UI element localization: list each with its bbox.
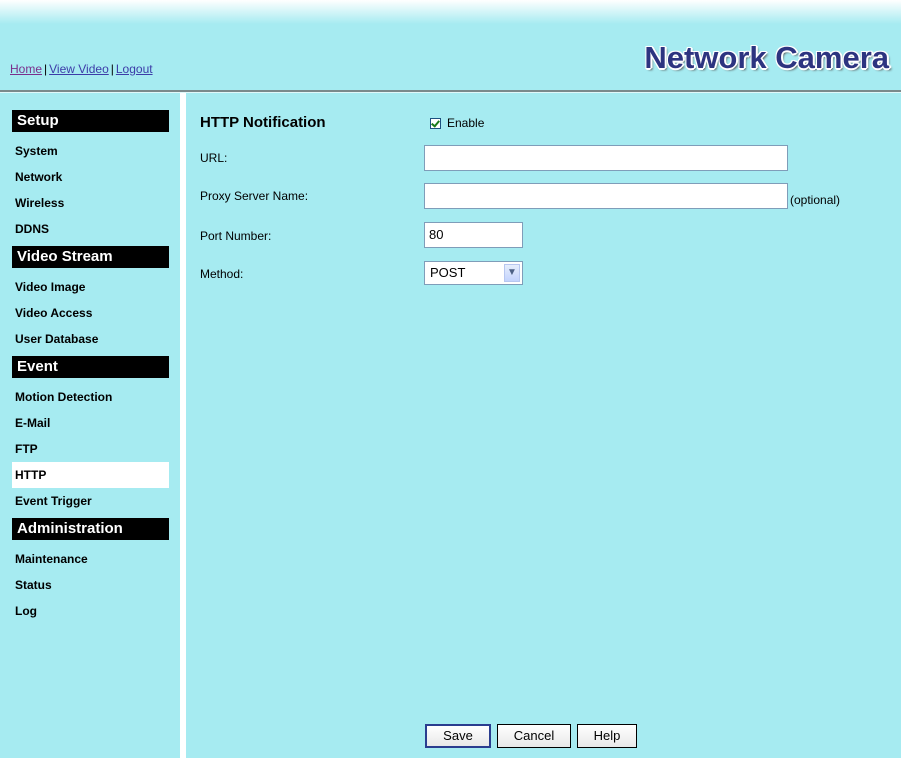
sidebar-item-video-access[interactable]: Video Access bbox=[12, 300, 172, 326]
brand-logo: Network Camera bbox=[644, 40, 889, 75]
sidebar-item-network[interactable]: Network bbox=[12, 164, 172, 190]
sidebar-item-event-trigger[interactable]: Event Trigger bbox=[12, 488, 172, 514]
port-number-input[interactable]: 80 bbox=[424, 222, 523, 248]
save-button[interactable]: Save bbox=[425, 724, 491, 748]
link-separator: | bbox=[110, 62, 114, 76]
sidebar-item-wireless[interactable]: Wireless bbox=[12, 190, 172, 216]
sidebar-section-event: Event bbox=[12, 356, 169, 378]
sidebar-item-status[interactable]: Status bbox=[12, 572, 172, 598]
sidebar-item-ftp[interactable]: FTP bbox=[12, 436, 172, 462]
chevron-down-icon[interactable]: ▼ bbox=[504, 264, 520, 282]
method-select[interactable]: POST ▼ bbox=[424, 261, 523, 285]
port-number-label: Port Number: bbox=[200, 229, 272, 243]
enable-checkbox[interactable] bbox=[430, 117, 441, 129]
logout-link[interactable]: Logout bbox=[116, 62, 153, 76]
enable-checkbox-group[interactable]: Enable bbox=[430, 116, 484, 130]
sidebar-divider bbox=[180, 93, 186, 758]
top-nav-links: Home | View Video | Logout bbox=[10, 62, 153, 76]
sidebar-item-email[interactable]: E-Mail bbox=[12, 410, 172, 436]
sidebar-item-user-database[interactable]: User Database bbox=[12, 326, 172, 352]
sidebar-item-ddns[interactable]: DDNS bbox=[12, 216, 172, 242]
home-link[interactable]: Home bbox=[10, 62, 42, 76]
cancel-button[interactable]: Cancel bbox=[497, 724, 571, 748]
proxy-server-label: Proxy Server Name: bbox=[200, 189, 309, 203]
page-title: HTTP Notification bbox=[200, 114, 326, 131]
sidebar-item-log[interactable]: Log bbox=[12, 598, 172, 624]
sidebar: Setup System Network Wireless DDNS Video… bbox=[12, 110, 172, 624]
enable-label: Enable bbox=[447, 116, 485, 130]
sidebar-item-motion-detection[interactable]: Motion Detection bbox=[12, 384, 172, 410]
sidebar-section-setup: Setup bbox=[12, 110, 169, 132]
url-label: URL: bbox=[200, 151, 228, 165]
sidebar-item-maintenance[interactable]: Maintenance bbox=[12, 546, 172, 572]
url-input[interactable] bbox=[424, 145, 788, 171]
sidebar-section-administration: Administration bbox=[12, 518, 169, 540]
sidebar-item-video-image[interactable]: Video Image bbox=[12, 274, 172, 300]
view-video-link[interactable]: View Video bbox=[49, 62, 109, 76]
method-label: Method: bbox=[200, 267, 244, 281]
sidebar-item-system[interactable]: System bbox=[12, 138, 172, 164]
proxy-server-input[interactable] bbox=[424, 183, 788, 209]
top-gradient-band bbox=[0, 0, 901, 24]
method-selected-value: POST bbox=[430, 265, 466, 280]
proxy-optional-note: (optional) bbox=[790, 193, 841, 207]
sidebar-section-video-stream: Video Stream bbox=[12, 246, 169, 268]
help-button[interactable]: Help bbox=[577, 724, 637, 748]
sidebar-item-http[interactable]: HTTP bbox=[12, 462, 169, 488]
header-divider-highlight bbox=[0, 92, 901, 93]
